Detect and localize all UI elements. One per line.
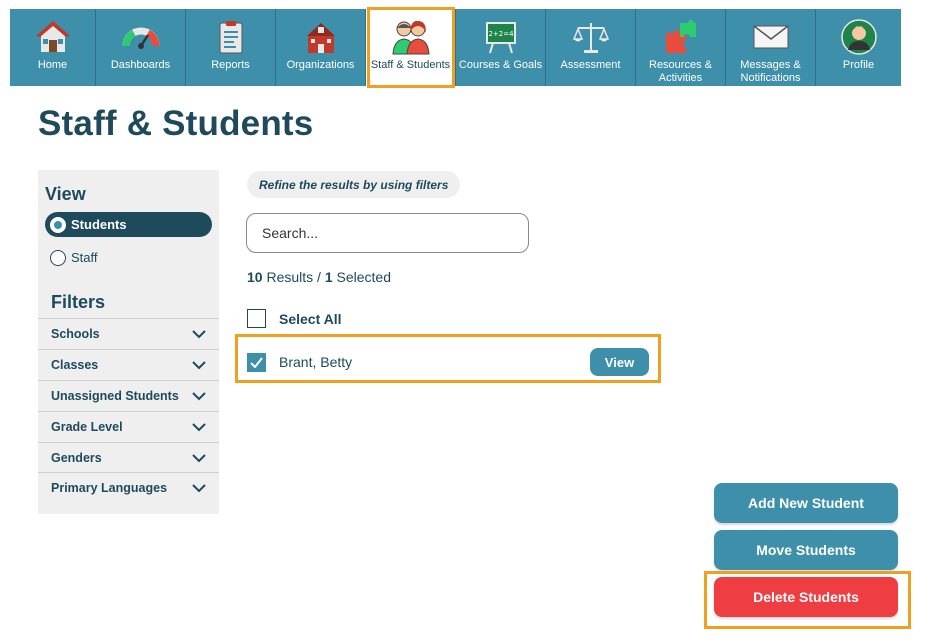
nav-resources-activities-label: Resources & Activities xyxy=(649,59,712,84)
nav-messages-notifications-label: Messages & Notifications xyxy=(740,59,801,84)
nav-profile-label: Profile xyxy=(842,59,875,71)
main-nav: Home Dashboards Reports Organizations St… xyxy=(10,9,901,86)
chevron-down-icon xyxy=(192,358,206,372)
select-all-checkbox[interactable] xyxy=(247,309,266,328)
scales-icon xyxy=(571,17,611,57)
selected-count: 1 xyxy=(324,269,333,285)
svg-text:2+2=4: 2+2=4 xyxy=(488,30,514,38)
filter-classes-label: Classes xyxy=(51,358,99,372)
chalkboard-icon: 2+2=4 xyxy=(481,17,521,57)
list-item: Brant, Betty View xyxy=(247,346,649,378)
chevron-down-icon xyxy=(192,481,206,495)
view-option-students[interactable]: Students xyxy=(45,212,212,237)
view-student-button[interactable]: View xyxy=(590,348,649,376)
results-count: 10 xyxy=(247,269,263,285)
filter-grade-level[interactable]: Grade Level xyxy=(38,411,219,442)
people-icon xyxy=(391,17,431,57)
nav-reports-label: Reports xyxy=(211,59,250,71)
student-checkbox[interactable] xyxy=(247,352,266,372)
select-all-label: Select All xyxy=(279,310,342,327)
filter-primary-languages-label: Primary Languages xyxy=(51,481,168,495)
nav-dashboards-label: Dashboards xyxy=(110,59,171,71)
nav-home[interactable]: Home xyxy=(10,9,96,86)
filter-hint: Refine the results by using filters xyxy=(247,171,461,198)
filter-unassigned-students[interactable]: Unassigned Students xyxy=(38,380,219,411)
school-building-icon xyxy=(301,17,341,57)
page-title: Staff & Students xyxy=(38,104,314,143)
nav-staff-students-label: Staff & Students xyxy=(370,59,451,71)
envelope-icon xyxy=(751,17,791,57)
nav-assessment-label: Assessment xyxy=(560,59,621,71)
radio-selected-icon xyxy=(50,216,66,233)
view-option-staff[interactable]: Staff xyxy=(45,245,212,270)
filter-classes[interactable]: Classes xyxy=(38,349,219,380)
nav-reports[interactable]: Reports xyxy=(186,9,276,86)
results-summary: 10 Results / 1 Selected xyxy=(247,269,391,285)
puzzle-icon xyxy=(661,17,701,57)
gauge-icon xyxy=(121,17,161,57)
delete-students-button[interactable]: Delete Students xyxy=(714,577,898,617)
view-option-students-label: Students xyxy=(71,217,127,232)
chevron-down-icon xyxy=(192,451,206,465)
filter-schools[interactable]: Schools xyxy=(38,318,219,349)
student-name: Brant, Betty xyxy=(279,354,353,370)
filters-heading: Filters xyxy=(51,292,106,312)
view-option-staff-label: Staff xyxy=(71,250,98,265)
chevron-down-icon xyxy=(192,420,206,434)
chevron-down-icon xyxy=(192,389,206,403)
nav-organizations-label: Organizations xyxy=(286,59,355,71)
filter-schools-label: Schools xyxy=(51,327,100,341)
select-all-row: Select All xyxy=(247,309,342,328)
report-icon xyxy=(211,17,251,57)
nav-assessment[interactable]: Assessment xyxy=(546,9,636,86)
nav-staff-students[interactable]: Staff & Students xyxy=(366,9,456,86)
nav-messages-notifications[interactable]: Messages & Notifications xyxy=(726,9,816,86)
radio-unselected-icon xyxy=(50,249,66,266)
add-new-student-button[interactable]: Add New Student xyxy=(714,483,898,523)
checkmark-icon xyxy=(250,356,263,368)
results-label: Results / xyxy=(266,269,321,285)
filter-primary-languages[interactable]: Primary Languages xyxy=(38,472,219,503)
nav-profile[interactable]: Profile xyxy=(816,9,901,86)
chevron-down-icon xyxy=(192,327,206,341)
nav-organizations[interactable]: Organizations xyxy=(276,9,366,86)
nav-resources-activities[interactable]: Resources & Activities xyxy=(636,9,726,86)
profile-icon xyxy=(839,17,879,57)
selected-label: Selected xyxy=(336,269,391,285)
nav-home-label: Home xyxy=(37,59,68,71)
house-icon xyxy=(33,17,73,57)
view-heading: View xyxy=(45,184,86,204)
nav-courses-goals[interactable]: 2+2=4 Courses & Goals xyxy=(456,9,546,86)
filter-grade-level-label: Grade Level xyxy=(51,420,123,434)
nav-dashboards[interactable]: Dashboards xyxy=(96,9,186,86)
nav-courses-goals-label: Courses & Goals xyxy=(458,59,543,71)
filter-genders[interactable]: Genders xyxy=(38,442,219,473)
move-students-button[interactable]: Move Students xyxy=(714,530,898,570)
filter-unassigned-students-label: Unassigned Students xyxy=(51,389,179,403)
search-input[interactable] xyxy=(246,213,529,253)
filter-genders-label: Genders xyxy=(51,451,102,465)
filter-sidebar: View Students Staff Filters Schools Clas… xyxy=(38,170,219,514)
